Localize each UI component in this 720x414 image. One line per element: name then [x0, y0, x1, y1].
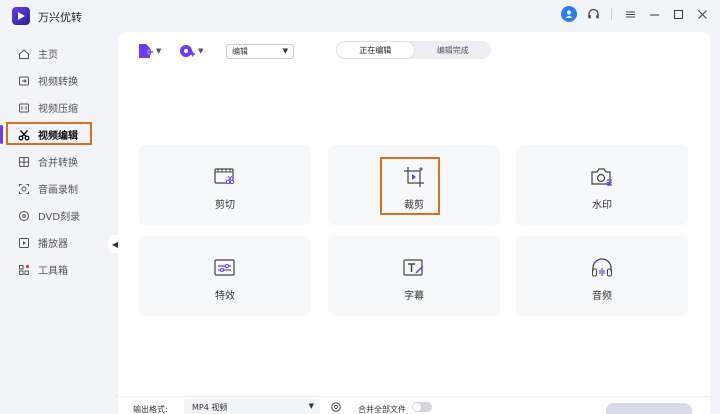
subtitle-icon: [403, 257, 425, 279]
footer-bar: 输出格式: MP4 视频 ▼ 合并全部文件: [118, 396, 710, 414]
active-item-highlight: [6, 122, 92, 145]
sidebar-item-merge[interactable]: 合并转换: [0, 148, 110, 175]
output-format-select[interactable]: MP4 视频 ▼: [184, 399, 320, 414]
sidebar: 主页 视频转换 视频压缩 视频编辑 合并转换 音画录制 DVD刻录 播放器 工具…: [0, 40, 110, 283]
sidebar-item-dvd[interactable]: DVD刻录: [0, 202, 110, 229]
output-format-value: MP4 视频: [192, 402, 228, 412]
tool-card-audio[interactable]: 音频: [516, 236, 688, 316]
tool-card-effects[interactable]: 特效: [139, 236, 311, 316]
sidebar-item-home[interactable]: 主页: [0, 40, 110, 67]
audio-icon: [591, 257, 613, 279]
chevron-down-icon: ▼: [282, 47, 288, 55]
edit-status-tabs: 正在编辑 编辑完成: [336, 41, 491, 59]
tool-card-watermark[interactable]: 水印: [516, 145, 688, 225]
user-avatar-icon[interactable]: [561, 6, 577, 22]
toolbar: ▼ ▼ 编辑 ▼ 正在编辑 编辑完成: [118, 32, 710, 70]
title-bar: 万兴优转: [0, 0, 720, 32]
disc-icon: [18, 210, 30, 222]
sidebar-item-player[interactable]: 播放器: [0, 229, 110, 256]
sidebar-item-video-convert[interactable]: 视频转换: [0, 67, 110, 94]
tab-editing[interactable]: 正在编辑: [337, 42, 414, 58]
toolbox-icon: [18, 264, 30, 276]
compress-icon: [18, 102, 30, 114]
merge-all-toggle[interactable]: [412, 402, 432, 412]
sidebar-item-label: 主页: [38, 50, 58, 61]
app-logo-icon: [12, 7, 30, 25]
add-media-button[interactable]: ▼: [178, 41, 203, 61]
sidebar-item-label: 音画录制: [38, 185, 78, 196]
tool-label: 特效: [215, 291, 235, 302]
merge-icon: [18, 156, 30, 168]
tool-card-subtitle[interactable]: 字幕: [328, 236, 500, 316]
chevron-down-icon: ▼: [198, 47, 204, 55]
merge-all-label: 合并全部文件: [358, 405, 406, 414]
effects-icon: [214, 257, 236, 279]
record-icon: [18, 183, 30, 195]
convert-icon: [18, 75, 30, 87]
tool-card-trim[interactable]: 剪切: [139, 145, 311, 225]
tab-edit-complete[interactable]: 编辑完成: [415, 41, 492, 59]
sidebar-item-label: 工具箱: [38, 266, 68, 277]
start-all-button[interactable]: [606, 403, 692, 414]
sidebar-item-record[interactable]: 音画录制: [0, 175, 110, 202]
home-icon: [18, 48, 30, 60]
sidebar-item-toolbox[interactable]: 工具箱: [0, 256, 110, 283]
title-divider: [611, 8, 612, 20]
sidebar-item-label: 合并转换: [38, 158, 78, 169]
add-file-icon: [139, 44, 153, 58]
sidebar-item-label: DVD刻录: [38, 212, 81, 223]
sidebar-item-label: 视频压缩: [38, 104, 78, 115]
crop-tool-highlight: [380, 157, 440, 215]
mode-select[interactable]: 编辑 ▼: [226, 44, 294, 59]
watermark-icon: [591, 166, 613, 188]
add-file-button[interactable]: ▼: [136, 41, 161, 61]
format-settings-icon[interactable]: [330, 401, 342, 413]
app-title: 万兴优转: [38, 11, 82, 24]
trim-icon: [214, 166, 236, 188]
minimize-icon[interactable]: [646, 6, 662, 22]
maximize-icon[interactable]: [670, 6, 686, 22]
play-icon: [18, 237, 30, 249]
output-format-label: 输出格式:: [133, 405, 168, 414]
tool-label: 水印: [592, 200, 612, 211]
chevron-down-icon: ▼: [156, 47, 162, 55]
tool-label: 音频: [592, 291, 612, 302]
sidebar-item-video-compress[interactable]: 视频压缩: [0, 94, 110, 121]
menu-icon[interactable]: [622, 6, 638, 22]
sidebar-item-label: 视频转换: [38, 77, 78, 88]
headset-icon[interactable]: [585, 6, 601, 22]
sidebar-item-label: 播放器: [38, 239, 68, 250]
close-icon[interactable]: [694, 6, 710, 22]
chevron-down-icon: ▼: [308, 402, 314, 410]
main-panel: ▼ ▼ 编辑 ▼ 正在编辑 编辑完成 剪切 裁剪 水印 特效 字幕 音频 输出格…: [118, 32, 710, 414]
tool-label: 剪切: [215, 200, 235, 211]
tool-label: 字幕: [404, 291, 424, 302]
add-media-icon: [180, 45, 195, 57]
mode-select-value: 编辑: [232, 47, 248, 56]
